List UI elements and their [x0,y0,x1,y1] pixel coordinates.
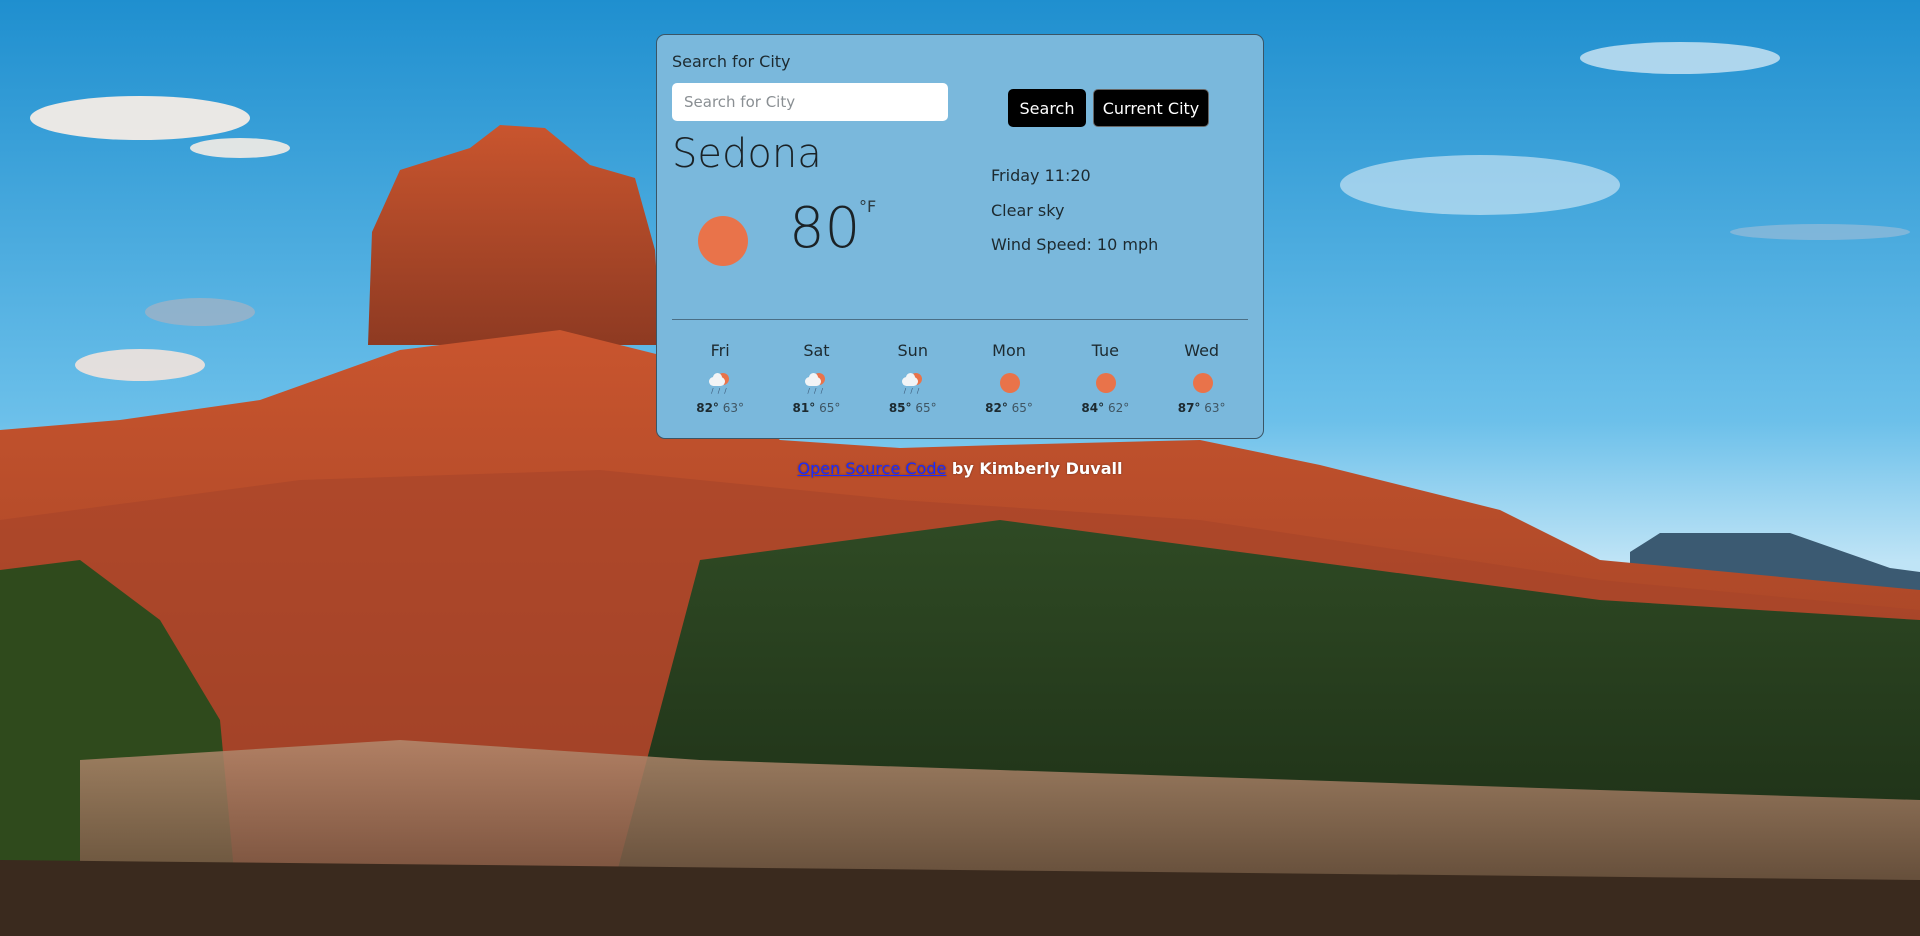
temperature-unit: °F [859,197,877,216]
sun-icon [1092,371,1118,395]
forecast-max: 81° [792,401,816,415]
author-credit: by Kimberly Duvall [946,459,1123,478]
open-source-code-link[interactable]: Open Source Code [798,459,947,478]
forecast-max: 87° [1177,401,1201,415]
forecast-max: 82° [696,401,719,415]
forecast-day-name: Tue [1091,341,1119,360]
weather-description: Clear sky [991,201,1065,220]
sun-icon [1189,371,1215,395]
search-button[interactable]: Search [1008,89,1086,127]
forecast-min: 63° [722,401,745,415]
rain-cloud-icon: / / / [900,371,926,395]
sun-icon [996,371,1022,395]
current-city-button[interactable]: Current City [1093,89,1209,127]
forecast-day: Wed 87° 63° [1153,341,1249,421]
forecast-min: 65° [915,401,937,415]
rain-cloud-icon: / / / [707,371,733,395]
search-label: Search for City [672,52,791,71]
search-input[interactable] [672,83,948,121]
forecast-row: Fri / / / 82° 63° Sat / / / 81° 65° Sun … [672,341,1250,421]
forecast-day: Mon 82° 65° [961,341,1057,421]
forecast-day: Tue 84° 62° [1057,341,1153,421]
forecast-day-name: Sun [897,341,928,360]
forecast-day: Fri / / / 82° 63° [672,341,768,421]
weather-card: Search for City Search Current City Sedo… [656,34,1264,439]
forecast-max: 85° [888,401,912,415]
day-time: Friday 11:20 [991,166,1091,185]
forecast-min: 63° [1204,401,1226,415]
city-name: Sedona [672,131,822,177]
sun-icon [698,216,748,266]
divider [672,319,1248,320]
forecast-max: 84° [1081,401,1105,415]
forecast-day-name: Sat [803,341,830,360]
forecast-min: 62° [1107,401,1130,415]
rain-cloud-icon: / / / [803,371,829,395]
forecast-min: 65° [1011,401,1033,415]
forecast-day: Sun / / / 85° 65° [865,341,961,421]
forecast-day: Sat / / / 81° 65° [768,341,864,421]
forecast-day-name: Mon [992,341,1026,360]
current-temperature: 80 [789,196,861,261]
forecast-day-name: Wed [1184,341,1220,360]
footer: Open Source Code by Kimberly Duvall [0,459,1920,478]
forecast-day-name: Fri [710,341,730,360]
wind-speed: Wind Speed: 10 mph [991,235,1159,254]
forecast-max: 82° [985,401,1008,415]
forecast-min: 65° [819,401,841,415]
